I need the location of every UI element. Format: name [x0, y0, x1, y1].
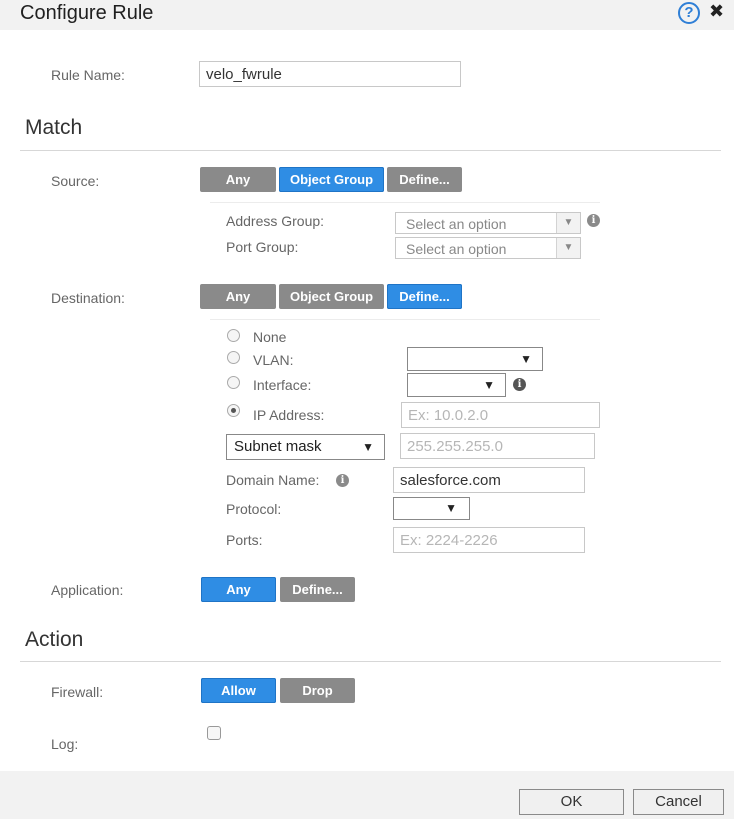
info-icon[interactable]: i [336, 474, 349, 487]
address-group-select[interactable]: Select an option ▼ [395, 212, 581, 234]
radio-ip-address-label: IP Address: [253, 407, 325, 423]
rule-name-label: Rule Name: [51, 67, 125, 83]
protocol-dropdown[interactable]: ▼ [393, 497, 470, 520]
action-divider [20, 661, 721, 662]
radio-vlan[interactable] [227, 351, 240, 364]
source-any-button[interactable]: Any [200, 167, 276, 192]
caret-down-icon: ▼ [445, 501, 457, 515]
destination-any-button[interactable]: Any [200, 284, 276, 309]
destination-define-button[interactable]: Define... [387, 284, 462, 309]
application-label: Application: [51, 582, 124, 598]
ports-label: Ports: [226, 532, 263, 548]
subnet-mask-value: Subnet mask [234, 438, 322, 455]
radio-interface[interactable] [227, 376, 240, 389]
match-divider [20, 150, 721, 151]
port-group-select[interactable]: Select an option ▼ [395, 237, 581, 259]
source-object-group-button[interactable]: Object Group [279, 167, 384, 192]
info-icon[interactable]: i [587, 214, 600, 227]
radio-vlan-label: VLAN: [253, 352, 294, 368]
chevron-down-icon: ▼ [556, 213, 580, 233]
vlan-dropdown[interactable]: ▼ [407, 347, 543, 371]
port-group-placeholder: Select an option [406, 241, 507, 257]
address-group-placeholder: Select an option [406, 216, 507, 232]
source-define-button[interactable]: Define... [387, 167, 462, 192]
source-label: Source: [51, 173, 100, 189]
log-label: Log: [51, 736, 79, 752]
interface-dropdown[interactable]: ▼ [407, 373, 506, 397]
domain-name-input[interactable]: salesforce.com [393, 467, 585, 493]
radio-ip-address[interactable] [227, 404, 240, 417]
caret-down-icon: ▼ [362, 440, 374, 454]
ip-address-input[interactable]: Ex: 10.0.2.0 [401, 402, 600, 428]
action-heading: Action [25, 628, 84, 651]
port-group-label: Port Group: [226, 239, 299, 255]
ok-button[interactable]: OK [519, 789, 624, 815]
dialog-title: Configure Rule [20, 2, 154, 24]
subnet-mask-dropdown[interactable]: Subnet mask ▼ [226, 434, 385, 460]
ports-input[interactable]: Ex: 2224-2226 [393, 527, 585, 553]
radio-none-label: None [253, 329, 287, 345]
destination-subpanel-divider [210, 319, 600, 320]
radio-none[interactable] [227, 329, 240, 342]
application-define-button[interactable]: Define... [280, 577, 355, 602]
destination-label: Destination: [51, 290, 125, 306]
subnet-mask-input[interactable]: 255.255.255.0 [400, 433, 595, 459]
firewall-label: Firewall: [51, 684, 104, 700]
cancel-button[interactable]: Cancel [633, 789, 724, 815]
firewall-drop-button[interactable]: Drop [280, 678, 355, 703]
caret-down-icon: ▼ [520, 352, 532, 366]
application-any-button[interactable]: Any [201, 577, 276, 602]
rule-name-input[interactable]: velo_fwrule [199, 61, 461, 87]
source-subpanel-divider [210, 202, 600, 203]
radio-interface-label: Interface: [253, 377, 312, 393]
chevron-down-icon: ▼ [556, 238, 580, 258]
address-group-label: Address Group: [226, 213, 325, 229]
help-icon[interactable]: ? [678, 2, 700, 24]
close-icon[interactable]: ✖ [709, 1, 724, 22]
info-icon[interactable]: i [513, 378, 526, 391]
firewall-allow-button[interactable]: Allow [201, 678, 276, 703]
protocol-label: Protocol: [226, 501, 282, 517]
caret-down-icon: ▼ [483, 378, 495, 392]
match-heading: Match [25, 116, 83, 139]
domain-name-label: Domain Name: [226, 472, 320, 488]
log-checkbox[interactable] [207, 726, 221, 740]
destination-object-group-button[interactable]: Object Group [279, 284, 384, 309]
